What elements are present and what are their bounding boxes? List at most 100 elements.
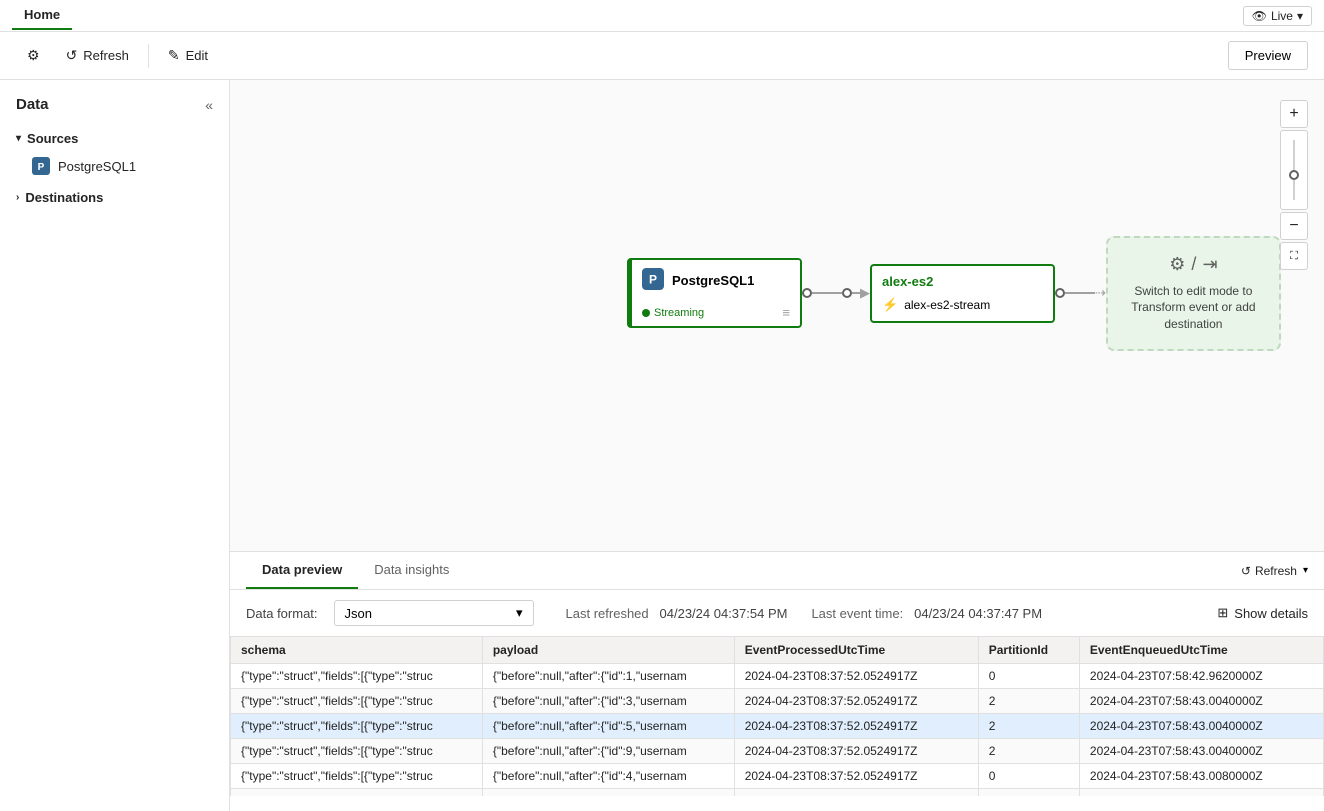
zoom-track — [1293, 140, 1295, 200]
eye-icon: 👁 — [1252, 9, 1267, 23]
preview-button[interactable]: Preview — [1228, 41, 1308, 70]
destination-hint-text: Switch to edit mode to Transform event o… — [1124, 283, 1263, 333]
fit-button[interactable]: ⛶ — [1280, 242, 1308, 270]
table-row: {"type":"struct","fields":[{"type":"stru… — [231, 739, 1324, 764]
edit-button[interactable]: ✎ Edit — [157, 40, 219, 71]
sources-section: ▾ Sources P PostgreSQL1 — [0, 125, 229, 180]
conn-line-3 — [1065, 292, 1095, 294]
chevron-down-icon[interactable]: ▾ — [1297, 9, 1303, 23]
table-row: {"type":"struct","fields":[{"type":"stru… — [231, 764, 1324, 789]
format-value: Json — [345, 606, 372, 621]
edit-icon: ✎ — [168, 47, 180, 64]
zoom-out-button[interactable]: − — [1280, 212, 1308, 240]
canvas[interactable]: + − ⛶ — [230, 80, 1324, 551]
arrow-icon-2: ⇢ — [1095, 285, 1106, 301]
data-format-bar: Data format: Json ▾ Last refreshed 04/23… — [230, 590, 1324, 636]
sidebar-title: Data — [16, 96, 49, 113]
status-dot — [642, 309, 650, 317]
bottom-panel: Data preview Data insights ↺ Refresh ▾ D… — [230, 551, 1324, 811]
source-node-header: P PostgreSQL1 — [632, 260, 800, 301]
home-tab[interactable]: Home — [12, 1, 72, 30]
title-bar: Home 👁 Live ▾ — [0, 0, 1324, 32]
svg-text:P: P — [649, 273, 657, 287]
conn-line-1 — [812, 292, 842, 294]
source-pg-icon: P — [642, 268, 664, 293]
toolbar-divider — [148, 44, 149, 68]
tab-data-insights[interactable]: Data insights — [358, 552, 465, 589]
refresh-button[interactable]: ↺ Refresh — [55, 40, 140, 71]
destinations-section: › Destinations — [0, 184, 229, 211]
table-row: {"type":"struct","fields":[{"type":"stru… — [231, 664, 1324, 689]
stream-icon: ⚡ — [882, 297, 898, 313]
flow-area: P PostgreSQL1 Streaming ≡ — [627, 236, 1281, 351]
zoom-in-button[interactable]: + — [1280, 100, 1308, 128]
table-row: {"type":"struct","fields":[{"type":"stru… — [231, 789, 1324, 797]
es2-node-header: alex-es2 — [872, 266, 1053, 293]
postgresql1-label: PostgreSQL1 — [58, 159, 136, 174]
last-refreshed-label: Last refreshed — [566, 606, 649, 621]
connector-2: ⇢ — [1055, 285, 1106, 301]
source-node[interactable]: P PostgreSQL1 Streaming ≡ — [627, 258, 802, 328]
table-header-row: schema payload EventProcessedUtcTime Par… — [231, 637, 1324, 664]
slash-separator: / — [1191, 254, 1196, 275]
streaming-badge: Streaming — [642, 307, 704, 319]
table-row: {"type":"struct","fields":[{"type":"stru… — [231, 714, 1324, 739]
es2-stream-item: ⚡ alex-es2-stream — [872, 293, 1053, 321]
last-event-value: 04/23/24 04:37:47 PM — [914, 606, 1042, 621]
bottom-expand-icon[interactable]: ▾ — [1303, 565, 1308, 576]
meta-info: Last refreshed 04/23/24 04:37:54 PM Last… — [566, 606, 1043, 621]
sidebar-header: Data « — [0, 92, 229, 125]
details-icon: ⊞ — [1217, 605, 1228, 621]
col-event-enqueued: EventEnqueuedUtcTime — [1079, 637, 1323, 664]
fit-icon: ⛶ — [1290, 250, 1298, 263]
table-body: {"type":"struct","fields":[{"type":"stru… — [231, 664, 1324, 797]
conn-dot-right — [842, 288, 852, 298]
data-table: schema payload EventProcessedUtcTime Par… — [230, 636, 1324, 796]
zoom-controls: + − ⛶ — [1280, 100, 1308, 270]
connector-1: ▶ — [802, 285, 870, 301]
table-row: {"type":"struct","fields":[{"type":"stru… — [231, 689, 1324, 714]
refresh-icon: ↺ — [66, 47, 78, 64]
tab-data-preview[interactable]: Data preview — [246, 552, 358, 589]
last-refreshed-value: 04/23/24 04:37:54 PM — [660, 606, 788, 621]
source-node-footer: Streaming ≡ — [632, 301, 800, 326]
bottom-refresh-button[interactable]: ↺ Refresh — [1241, 564, 1297, 578]
zoom-thumb[interactable] — [1289, 170, 1299, 180]
sidebar: Data « ▾ Sources P PostgreSQL1 › — [0, 80, 230, 811]
last-event-label: Last event time: — [811, 606, 903, 621]
live-badge: 👁 Live ▾ — [1243, 6, 1312, 26]
sidebar-item-postgresql1[interactable]: P PostgreSQL1 — [0, 152, 229, 180]
refresh-small-icon: ↺ — [1241, 564, 1251, 578]
settings-icon: ⚙ — [27, 47, 40, 64]
data-format-label: Data format: — [246, 606, 318, 621]
menu-icon: ≡ — [782, 305, 790, 320]
collapse-button[interactable]: « — [205, 97, 213, 113]
destinations-section-header[interactable]: › Destinations — [0, 184, 229, 211]
gear-icon: ⚙ — [1169, 254, 1185, 275]
canvas-container: + − ⛶ — [230, 80, 1324, 811]
conn-dot-2 — [1055, 288, 1065, 298]
sources-label: Sources — [27, 131, 78, 146]
conn-dot-left — [802, 288, 812, 298]
settings-button[interactable]: ⚙ — [16, 40, 51, 71]
arrow-icon-1: ▶ — [860, 285, 870, 301]
zoom-slider[interactable] — [1280, 130, 1308, 210]
col-schema: schema — [231, 637, 483, 664]
sources-section-header[interactable]: ▾ Sources — [0, 125, 229, 152]
destinations-label: Destinations — [25, 190, 103, 205]
destinations-chevron-icon: › — [16, 192, 19, 203]
source-node-title: PostgreSQL1 — [672, 273, 754, 288]
table-container[interactable]: schema payload EventProcessedUtcTime Par… — [230, 636, 1324, 796]
main-layout: Data « ▾ Sources P PostgreSQL1 › — [0, 80, 1324, 811]
es2-node[interactable]: alex-es2 ⚡ alex-es2-stream — [870, 264, 1055, 323]
destination-node[interactable]: ⚙ / ⇥ Switch to edit mode to Transform e… — [1106, 236, 1281, 351]
streaming-label: Streaming — [654, 307, 704, 319]
col-payload: payload — [482, 637, 734, 664]
dest-icons: ⚙ / ⇥ — [1169, 254, 1217, 275]
toolbar: ⚙ ↺ Refresh ✎ Edit Preview — [0, 32, 1324, 80]
show-details-button[interactable]: ⊞ Show details — [1217, 605, 1308, 621]
svg-text:P: P — [38, 162, 45, 173]
es2-stream-label: alex-es2-stream — [904, 298, 990, 312]
data-format-select[interactable]: Json ▾ — [334, 600, 534, 626]
postgresql-icon: P — [32, 157, 50, 175]
